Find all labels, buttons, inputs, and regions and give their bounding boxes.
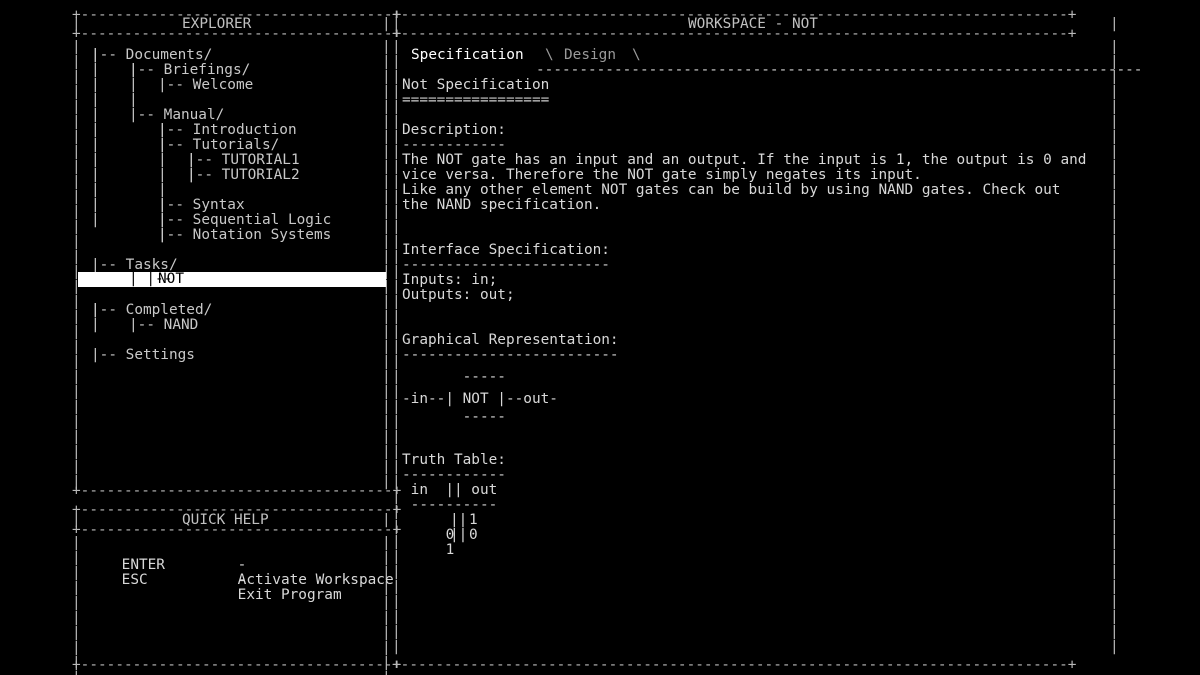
description-line-1: The NOT gate has an input and an output.… (402, 152, 1087, 168)
description-line-3: Like any other element NOT gates can be … (402, 182, 1061, 198)
sidebar-item-tutorial2[interactable]: |-- TUTORIAL2 (187, 168, 300, 183)
workspace-border-bottom: +---------------------------------------… (392, 657, 1077, 673)
tree-connector: |-- (91, 347, 126, 363)
tab-specification[interactable]: Specification (411, 48, 524, 63)
section-heading-description: Description: (402, 122, 506, 138)
sidebar-item-label: NOT (158, 271, 184, 287)
sidebar-item-label: TUTORIAL1 (221, 152, 300, 168)
sidebar-item-sequential-logic[interactable]: |-- Sequential Logic (158, 213, 331, 228)
section-heading-interface: Interface Specification: (402, 242, 610, 258)
sidebar-item-label: Settings (125, 347, 195, 363)
document-title: Not Specification (402, 77, 550, 93)
tree-connector: |-- (187, 167, 222, 183)
tree-connector: |-- (158, 197, 193, 213)
interface-outputs: Outputs: out; (402, 287, 515, 303)
shortcut-dash: - (237, 572, 247, 588)
tree-vertical-bar-documents: | | | | | | | | | | | | (91, 47, 100, 228)
tree-connector: |-- (158, 137, 193, 153)
sidebar-item-label: Briefings/ (163, 62, 251, 78)
section-heading-graphical: Graphical Representation: (402, 332, 619, 348)
explorer-left-rail: | | | | | | | | | | | | | | | | | | | | | | | | | | | | | | (72, 39, 81, 490)
section-rule-graphical: ------------------------- (402, 347, 619, 363)
workspace-border-under-title: +---------------------------------------… (392, 26, 1077, 42)
sidebar-item-not[interactable]: | |-- NOT (78, 272, 386, 287)
sidebar-item-completed[interactable]: |-- Completed/ (91, 303, 212, 318)
interface-inputs: Inputs: in; (402, 272, 498, 288)
workspace-title-right-edge: | (1110, 16, 1119, 32)
sidebar-item-label: Tutorials/ (192, 137, 280, 153)
sidebar-item-label: TUTORIAL2 (221, 167, 300, 183)
sidebar-item-introduction[interactable]: |-- Introduction (158, 123, 297, 138)
quick-help-border-bottom: +------------------------------------+ (72, 657, 402, 673)
truth-table-heading: Truth Table: (402, 452, 506, 468)
sidebar-item-label: Completed/ (125, 302, 213, 318)
sidebar-item-syntax[interactable]: |-- Syntax (158, 198, 245, 213)
table-row: 1 (411, 528, 455, 573)
tab-underline: ----------------------------------------… (536, 62, 1143, 78)
document-title-rule: ================= (402, 92, 550, 108)
quick-help-left-rail: |||||||||| (72, 535, 81, 675)
sidebar-item-label: Notation Systems (192, 227, 332, 243)
truth-table-sep: || (450, 512, 468, 528)
truth-table-rule: ------------ (402, 467, 506, 483)
shortcut-esc: ESC (87, 558, 148, 603)
explorer-border-bottom: +------------------------------------+ (72, 483, 402, 499)
tree-connector: |-- (129, 62, 164, 78)
truth-table-in: 1 (445, 542, 455, 558)
description-line-4: the NAND specification. (402, 197, 602, 213)
sidebar-item-label: Documents/ (125, 47, 213, 63)
tree-connector: |-- (158, 212, 193, 228)
truth-table-out: 1 (469, 512, 478, 528)
explorer-border-under-title: +------------------------------------+ (72, 26, 402, 42)
sidebar-item-label: Welcome (192, 77, 254, 93)
explorer-right-rail: | | | | | | | | | | | | | | | | | | | | | | | | | | | | | | (382, 39, 391, 490)
section-rule-description: ------------ (402, 137, 506, 153)
tree-connector: |-- (187, 152, 222, 168)
tree-vertical-bar-completed: | | (91, 302, 100, 333)
sidebar-item-nand[interactable]: |-- NAND (129, 318, 198, 333)
tree-connector: |-- (158, 227, 193, 243)
terminal-screen: +------------------------------------+ |… (0, 0, 1200, 675)
gate-diagram-top: ----- (402, 369, 506, 385)
shortcut-key: ESC (121, 572, 148, 588)
sidebar-item-briefings[interactable]: |-- Briefings/ (129, 63, 250, 78)
sidebar-item-label: Sequential Logic (192, 212, 332, 228)
sidebar-item-tutorials[interactable]: |-- Tutorials/ (158, 138, 279, 153)
quick-help-border-under-title: +------------------------------------+ (72, 522, 402, 538)
sidebar-item-settings[interactable]: |-- Settings (91, 348, 195, 363)
sidebar-item-welcome[interactable]: |-- Welcome (158, 78, 253, 93)
tab-separator-1: \ (545, 47, 554, 63)
tree-connector: |-- (91, 257, 126, 273)
tree-connector: |-- (129, 317, 164, 333)
description-line-2: vice versa. Therefore the NOT gate simpl… (402, 167, 922, 183)
gate-diagram-middle: -in--| NOT |--out- (402, 391, 558, 407)
gate-diagram-bottom: ----- (402, 409, 506, 425)
sidebar-item-notation-systems[interactable]: |-- Notation Systems (158, 228, 331, 243)
shortcut-action: Exit Program (237, 587, 342, 603)
tab-separator-2: \ (632, 47, 641, 63)
truth-table-divider: ---------- (402, 497, 498, 513)
sidebar-item-manual[interactable]: |-- Manual/ (129, 108, 224, 123)
sidebar-item-label: Syntax (192, 197, 245, 213)
sidebar-item-documents[interactable]: |-- Documents/ (91, 48, 212, 63)
truth-table-out: 0 (469, 527, 478, 543)
sidebar-item-label: Introduction (192, 122, 297, 138)
tree-connector: |-- (91, 47, 126, 63)
tree-connector: |-- (129, 107, 164, 123)
workspace-left-rail: | | | | | | | | | | | | | | | | | | | | | | | | | | | | | | | | | | | | | | | |… (392, 39, 401, 655)
sidebar-item-label: NAND (163, 317, 199, 333)
tree-connector: |-- (158, 122, 193, 138)
tab-design[interactable]: Design (564, 48, 616, 63)
section-rule-interface: ------------------------ (402, 257, 610, 273)
truth-table-header: in || out (402, 482, 498, 498)
truth-table-sep: || (450, 527, 468, 543)
sidebar-item-label: Manual/ (163, 107, 225, 123)
tree-connector: |-- (158, 77, 193, 93)
shortcut-esc-action: - Exit Program (203, 558, 342, 618)
workspace-right-rail: | | | | | | | | | | | | | | | | | | | | | | | | | | | | | | | | | | | | | | | |… (1110, 39, 1119, 655)
sidebar-item-tutorial1[interactable]: |-- TUTORIAL1 (187, 153, 300, 168)
